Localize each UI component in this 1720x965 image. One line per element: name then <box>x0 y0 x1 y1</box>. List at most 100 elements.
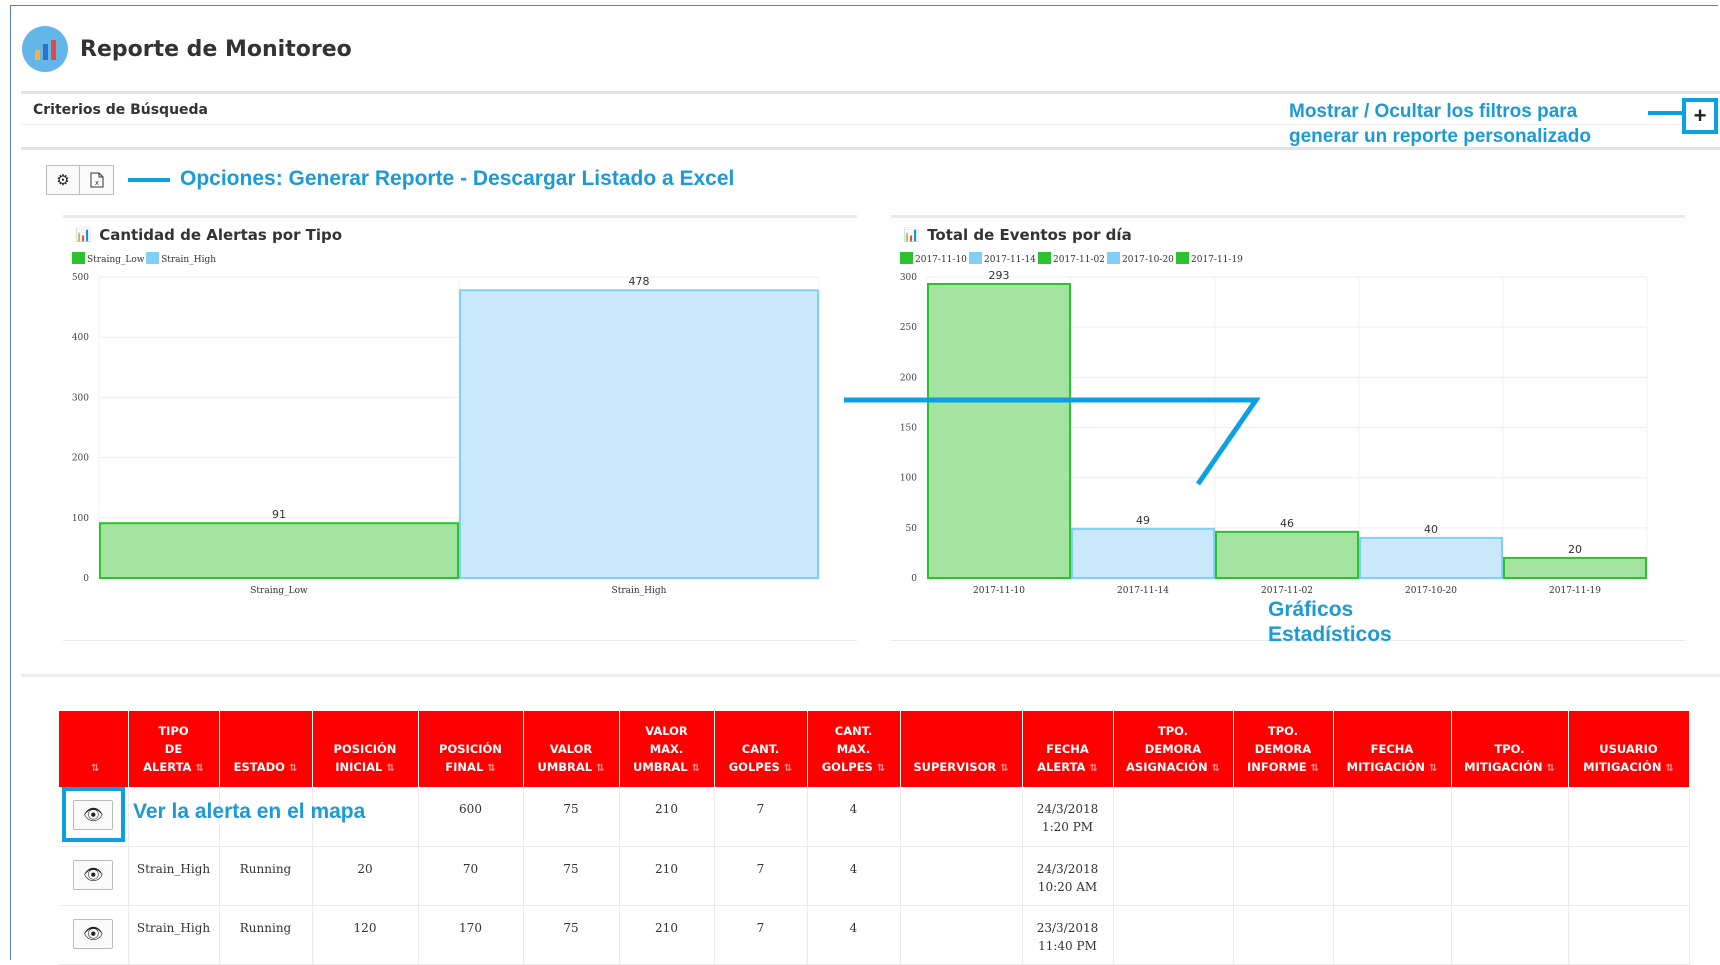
table-row: 👁 Strain_High Running 20 70 75 210 7 4 24/3/2018 1… <box>59 846 1690 906</box>
table-cell <box>1333 905 1452 965</box>
column-header[interactable]: ⇅ <box>59 711 129 787</box>
legend-label: 2017-10-20 <box>1122 255 1174 265</box>
y-tick-label: 100 <box>72 514 89 524</box>
column-header-label: DE <box>164 742 183 756</box>
bar <box>1503 556 1647 579</box>
column-header[interactable]: TPO. DEMORA INFORME ⇅ <box>1233 711 1334 787</box>
callout-charts-pointer <box>844 397 1260 486</box>
sort-icon[interactable]: ⇅ <box>91 763 99 774</box>
y-tick-label: 300 <box>72 393 89 403</box>
column-header[interactable]: TPO. DEMORA ASIGNACIÓN ⇅ <box>1113 711 1234 787</box>
bar <box>99 522 459 579</box>
table-cell: 120 <box>312 905 419 965</box>
table-cell <box>1233 846 1334 906</box>
column-header[interactable]: SUPERVISOR ⇅ <box>900 711 1023 787</box>
sort-icon[interactable]: ⇅ <box>596 763 604 774</box>
callout-options: Opciones: Generar Reporte - Descargar Li… <box>180 167 735 190</box>
table-cell: 23/3/2018 11:40 PM <box>1022 905 1114 965</box>
table-cell: 75 <box>523 846 620 906</box>
table-cell <box>1568 846 1690 906</box>
column-header[interactable]: POSICIÓN INICIAL ⇅ <box>312 711 419 787</box>
column-header-label: ESTADO <box>233 760 285 774</box>
table-cell: 210 <box>619 846 715 906</box>
column-header[interactable]: USUARIO MITIGACIÓN ⇅ <box>1568 711 1690 787</box>
view-on-map-button[interactable]: 👁 <box>73 859 114 890</box>
column-header-label: MAX. <box>836 742 871 756</box>
column-header[interactable]: POSICIÓN FINAL ⇅ <box>418 711 524 787</box>
table-cell: Running <box>219 905 313 965</box>
sort-icon[interactable]: ⇅ <box>1000 763 1008 774</box>
column-header[interactable]: VALOR UMBRAL ⇅ <box>523 711 620 787</box>
column-header-label: MITIGACIÓN <box>1464 760 1543 774</box>
callout-filters-line-1: Mostrar / Ocultar los filtros para <box>1289 101 1578 122</box>
bar <box>459 289 819 580</box>
bar <box>1359 536 1503 580</box>
sort-icon[interactable]: ⇅ <box>877 763 885 774</box>
sort-icon[interactable]: ⇅ <box>487 763 495 774</box>
sort-icon[interactable]: ⇅ <box>692 763 700 774</box>
column-header[interactable]: ESTADO ⇅ <box>219 711 313 787</box>
callout-charts-line-1: Gráficos <box>1268 598 1354 621</box>
report-toolbar: ⚙ x <box>46 165 114 195</box>
view-on-map-button[interactable]: 👁 <box>73 918 114 949</box>
legend-swatch <box>1107 252 1120 264</box>
generate-report-button[interactable]: ⚙ <box>46 165 80 195</box>
callout-filters-pointer <box>1648 111 1682 115</box>
column-header-label: TPO. <box>1157 724 1189 738</box>
column-header[interactable]: FECHA MITIGACIÓN ⇅ <box>1333 711 1452 787</box>
sort-icon[interactable]: ⇅ <box>1311 763 1319 774</box>
table-cell: 210 <box>619 905 715 965</box>
column-header-label: TPO. <box>1494 742 1525 756</box>
table-cell: 4 <box>807 905 901 965</box>
column-header-label: TPO. <box>1267 724 1299 738</box>
sort-icon[interactable]: ⇅ <box>784 763 792 774</box>
column-header-label: DEMORA <box>1254 742 1312 756</box>
column-header-label: INFORME <box>1246 760 1307 774</box>
table-cell <box>1233 905 1334 965</box>
sort-icon[interactable]: ⇅ <box>289 763 297 774</box>
page-title: Reporte de Monitoreo <box>80 36 352 62</box>
table-cell <box>1451 905 1569 965</box>
column-header-label: SUPERVISOR <box>913 760 997 774</box>
table-cell <box>1113 846 1234 906</box>
column-header-label: ALERTA <box>143 760 192 774</box>
table-cell: 75 <box>523 905 620 965</box>
y-tick-label: 50 <box>906 524 918 534</box>
sort-icon[interactable]: ⇅ <box>1089 763 1097 774</box>
table-cell: 4 <box>807 787 901 847</box>
legend-label: 2017-11-10 <box>915 255 967 265</box>
column-header[interactable]: VALOR MAX. UMBRAL ⇅ <box>619 711 715 787</box>
column-header[interactable]: TPO. MITIGACIÓN ⇅ <box>1451 711 1569 787</box>
column-header[interactable]: TIPO DE ALERTA ⇅ <box>128 711 220 787</box>
column-header[interactable]: CANT. GOLPES ⇅ <box>714 711 808 787</box>
legend-label: 2017-11-02 <box>1053 255 1105 265</box>
table-cell <box>900 787 1023 847</box>
sort-icon[interactable]: ⇅ <box>195 763 203 774</box>
toggle-filters-button[interactable]: + <box>1682 98 1718 134</box>
x-tick-label: Straing_Low <box>250 586 308 596</box>
sort-icon[interactable]: ⇅ <box>1665 763 1673 774</box>
legend-swatch <box>146 252 160 264</box>
download-excel-button[interactable]: x <box>80 165 114 195</box>
column-header-label: POSICIÓN <box>333 742 397 756</box>
column-header[interactable]: FECHA ALERTA ⇅ <box>1022 711 1114 787</box>
column-header[interactable]: CANT. MAX. GOLPES ⇅ <box>807 711 901 787</box>
callout-filters: Mostrar / Ocultar los filtros para gener… <box>1289 99 1591 149</box>
y-tick-label: 200 <box>900 373 917 383</box>
svg-text:x: x <box>94 179 98 187</box>
data-label: 293 <box>989 269 1010 282</box>
y-tick-label: 0 <box>83 574 89 584</box>
callout-filters-line-2: generar un reporte personalizado <box>1289 126 1591 147</box>
sort-icon[interactable]: ⇅ <box>1429 763 1437 774</box>
table-cell: Running <box>219 846 313 906</box>
gear-icon: ⚙ <box>56 172 70 189</box>
legend-swatch <box>72 252 85 264</box>
table-cell: Strain_High <box>128 905 220 965</box>
chart-alerts-by-type: 📊 Cantidad de Alertas por Tipo Straing_L… <box>63 215 857 641</box>
sort-icon[interactable]: ⇅ <box>386 763 394 774</box>
sort-icon[interactable]: ⇅ <box>1212 763 1220 774</box>
legend-swatch <box>1038 252 1051 264</box>
table-cell: 7 <box>714 846 808 906</box>
table-cell <box>1333 787 1452 847</box>
sort-icon[interactable]: ⇅ <box>1546 763 1554 774</box>
